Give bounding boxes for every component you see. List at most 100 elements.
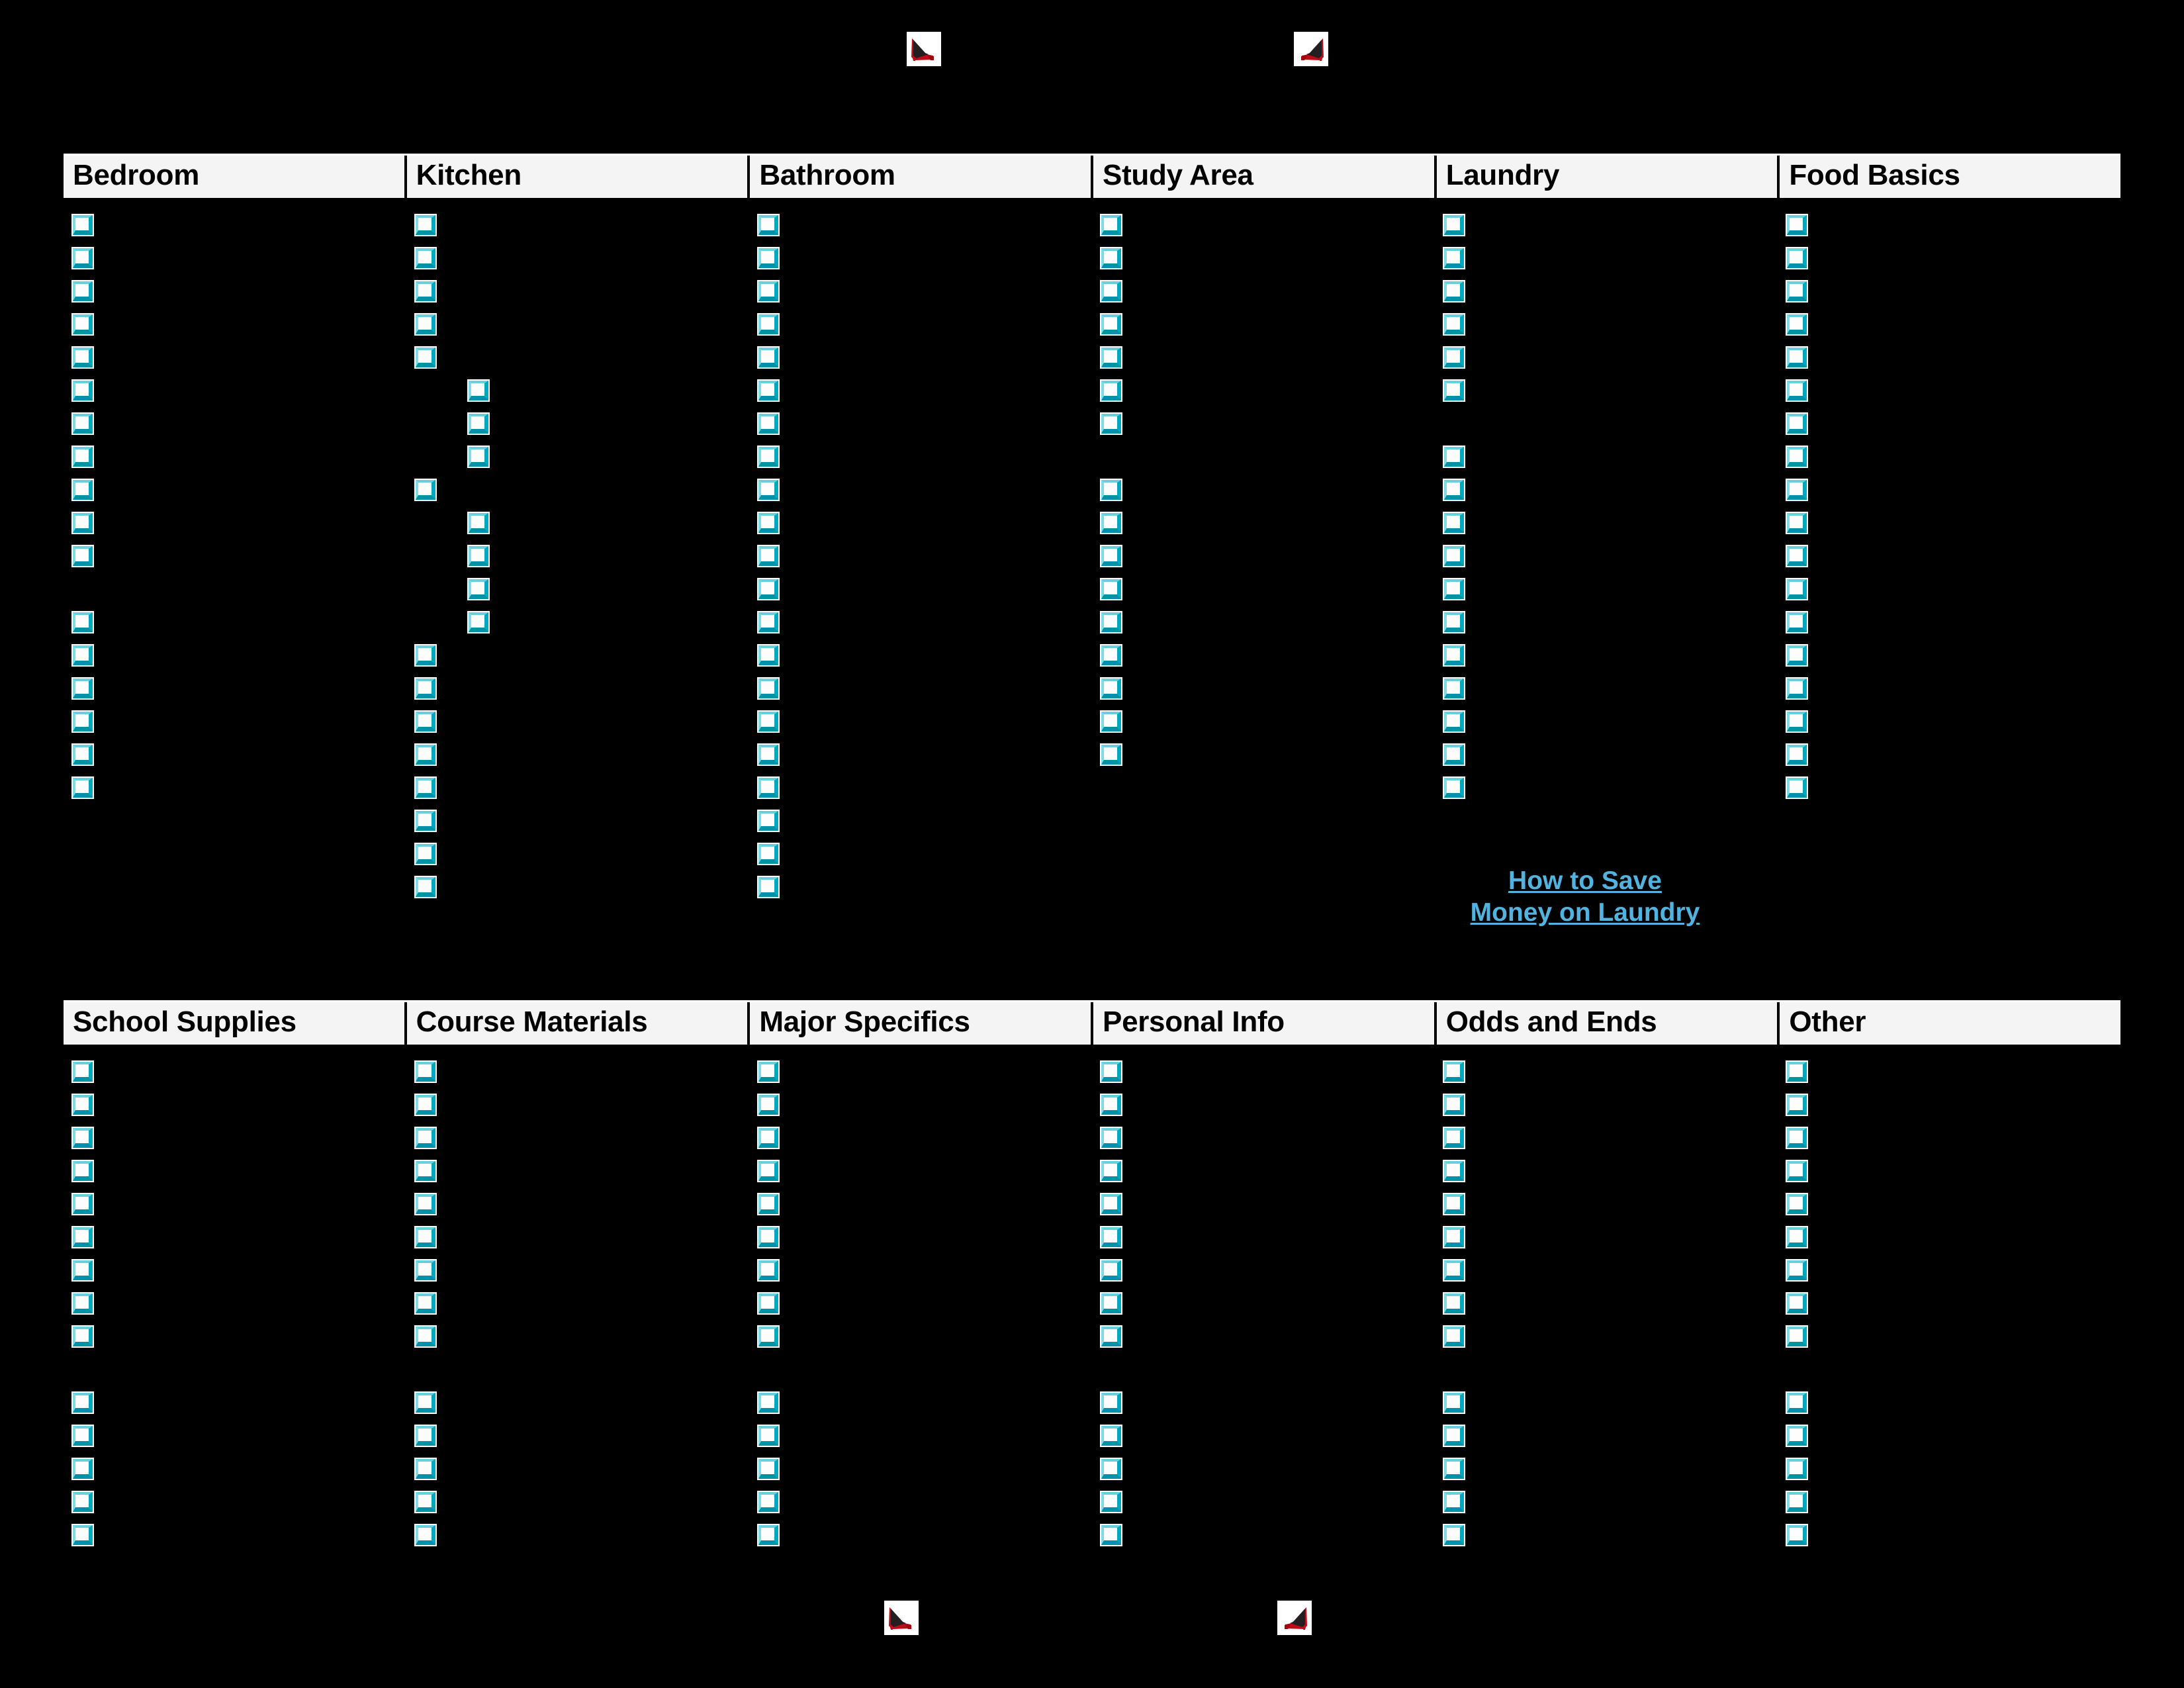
checkbox-icon[interactable] xyxy=(73,1458,93,1479)
checkbox-icon[interactable] xyxy=(758,1127,778,1148)
checkbox-icon[interactable] xyxy=(758,380,778,400)
checklist-item-row[interactable] xyxy=(1444,347,1778,381)
checklist-item-row[interactable] xyxy=(1444,214,1778,248)
checklist-item-row[interactable] xyxy=(1101,612,1435,645)
checklist-item-row[interactable] xyxy=(1444,612,1778,645)
checklist-item-row[interactable] xyxy=(1444,1326,1778,1360)
checkbox-icon[interactable] xyxy=(1101,744,1121,765)
checklist-item-row[interactable] xyxy=(1787,413,2120,447)
checkbox-icon[interactable] xyxy=(73,1194,93,1214)
checklist-item-row[interactable] xyxy=(416,579,749,612)
checklist-item-row[interactable] xyxy=(73,1326,406,1360)
checklist-item-row[interactable] xyxy=(1444,1524,1778,1558)
checklist-item-row[interactable] xyxy=(758,1524,1092,1558)
checkbox-icon[interactable] xyxy=(758,1160,778,1181)
checklist-item-row[interactable] xyxy=(758,612,1092,645)
checkbox-icon[interactable] xyxy=(758,843,778,864)
checklist-item-row[interactable] xyxy=(73,380,406,414)
checklist-item-row[interactable] xyxy=(1101,1061,1435,1095)
checklist-item-row[interactable] xyxy=(416,248,749,281)
checklist-item-row[interactable] xyxy=(1101,1392,1435,1426)
checkbox-icon[interactable] xyxy=(1787,612,1807,632)
checklist-item-row[interactable] xyxy=(1787,281,2120,314)
checklist-item-row[interactable] xyxy=(416,1227,749,1260)
checkbox-icon[interactable] xyxy=(73,645,93,665)
checkbox-icon[interactable] xyxy=(1444,479,1464,500)
checklist-item-row[interactable] xyxy=(1444,711,1778,745)
checklist-item-row[interactable] xyxy=(416,1194,749,1227)
checkbox-icon[interactable] xyxy=(758,612,778,632)
checklist-item-row[interactable] xyxy=(758,479,1092,513)
checklist-item-row[interactable] xyxy=(1444,777,1778,811)
checkbox-icon[interactable] xyxy=(1444,678,1464,698)
checkbox-icon[interactable] xyxy=(1101,1127,1121,1148)
checklist-item-row[interactable] xyxy=(1444,1425,1778,1459)
checkbox-icon[interactable] xyxy=(416,281,435,301)
checklist-item-row[interactable] xyxy=(1101,645,1435,679)
checklist-item-row[interactable] xyxy=(416,744,749,778)
checkbox-icon[interactable] xyxy=(758,413,778,434)
checkbox-icon[interactable] xyxy=(758,1293,778,1313)
checkbox-icon[interactable] xyxy=(73,545,93,566)
checklist-item-row[interactable] xyxy=(1787,1425,2120,1459)
checkbox-icon[interactable] xyxy=(1787,1260,1807,1280)
checkbox-icon[interactable] xyxy=(758,744,778,765)
checkbox-icon[interactable] xyxy=(1787,1293,1807,1313)
checkbox-icon[interactable] xyxy=(1787,645,1807,665)
checkbox-icon[interactable] xyxy=(1444,777,1464,798)
checkbox-icon[interactable] xyxy=(73,314,93,334)
checkbox-icon[interactable] xyxy=(1787,413,1807,434)
checkbox-icon[interactable] xyxy=(416,1491,435,1512)
checkbox-icon[interactable] xyxy=(1787,479,1807,500)
checklist-item-row[interactable] xyxy=(758,744,1092,778)
checkbox-icon[interactable] xyxy=(1787,744,1807,765)
checkbox-icon[interactable] xyxy=(469,413,488,434)
checkbox-icon[interactable] xyxy=(1787,1491,1807,1512)
checkbox-icon[interactable] xyxy=(758,810,778,831)
checklist-item-row[interactable] xyxy=(758,413,1092,447)
checkbox-icon[interactable] xyxy=(416,810,435,831)
checkbox-icon[interactable] xyxy=(1787,248,1807,268)
checklist-item-row[interactable] xyxy=(758,810,1092,844)
checkbox-icon[interactable] xyxy=(73,1491,93,1512)
checklist-item-row[interactable] xyxy=(1101,545,1435,579)
checkbox-icon[interactable] xyxy=(758,1458,778,1479)
checklist-item-row[interactable] xyxy=(758,281,1092,314)
checkbox-icon[interactable] xyxy=(758,1392,778,1413)
checklist-item-row[interactable] xyxy=(73,1491,406,1525)
checklist-item-row[interactable] xyxy=(758,579,1092,612)
checklist-item-row[interactable] xyxy=(73,1127,406,1161)
checkbox-icon[interactable] xyxy=(416,843,435,864)
checklist-item-row[interactable] xyxy=(416,612,749,645)
checklist-item-row[interactable] xyxy=(416,843,749,877)
checkbox-icon[interactable] xyxy=(1444,446,1464,467)
checklist-item-row[interactable] xyxy=(1444,446,1778,480)
checkbox-icon[interactable] xyxy=(1101,248,1121,268)
checklist-item-row[interactable] xyxy=(1101,1160,1435,1194)
checklist-item-row[interactable] xyxy=(416,1260,749,1293)
checkbox-icon[interactable] xyxy=(1787,281,1807,301)
checkbox-icon[interactable] xyxy=(1444,1160,1464,1181)
checkbox-icon[interactable] xyxy=(1101,1392,1121,1413)
checklist-item-row[interactable] xyxy=(416,545,749,579)
checklist-item-row[interactable] xyxy=(1101,479,1435,513)
checkbox-icon[interactable] xyxy=(469,446,488,467)
checkbox-icon[interactable] xyxy=(416,744,435,765)
checkbox-icon[interactable] xyxy=(1787,1392,1807,1413)
checkbox-icon[interactable] xyxy=(1787,1326,1807,1346)
checklist-item-row[interactable] xyxy=(758,645,1092,679)
checklist-item-row[interactable] xyxy=(1101,1227,1435,1260)
checkbox-icon[interactable] xyxy=(1101,545,1121,566)
checklist-item-row[interactable] xyxy=(758,512,1092,546)
checkbox-icon[interactable] xyxy=(416,1194,435,1214)
checkbox-icon[interactable] xyxy=(1444,711,1464,731)
checkbox-icon[interactable] xyxy=(416,876,435,897)
checklist-item-row[interactable] xyxy=(758,1227,1092,1260)
checklist-item-row[interactable] xyxy=(73,1293,406,1327)
checklist-item-row[interactable] xyxy=(1101,1293,1435,1327)
checkbox-icon[interactable] xyxy=(416,1524,435,1545)
checklist-item-row[interactable] xyxy=(416,1293,749,1327)
checklist-item-row[interactable] xyxy=(758,1194,1092,1227)
checklist-item-row[interactable] xyxy=(1444,1061,1778,1095)
checklist-item-row[interactable] xyxy=(416,281,749,314)
